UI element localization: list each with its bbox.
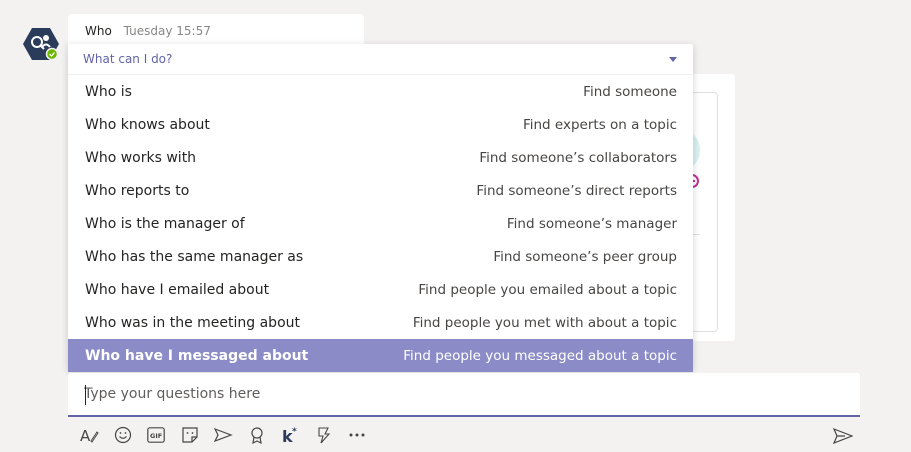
praise-icon[interactable] (246, 424, 268, 446)
people-card-border (692, 92, 718, 332)
sticker-icon[interactable] (179, 424, 201, 446)
dropdown-item-command: Who knows about (85, 116, 210, 133)
command-dropdown: What can I do? Who is Find someone Who kno… (68, 44, 693, 372)
dropdown-item-description: Find someone’s collaborators (479, 149, 677, 166)
dropdown-item-description: Find experts on a topic (522, 116, 677, 133)
dropdown-item-command: Who is the manager of (85, 215, 245, 232)
meet-icon[interactable] (212, 424, 234, 446)
gif-icon[interactable]: GIF (145, 424, 167, 446)
svg-text:*: * (292, 427, 297, 437)
dropdown-item-description: Find people you messaged about a topic (403, 347, 677, 364)
dropdown-item[interactable]: Who was in the meeting about Find people … (68, 306, 693, 339)
compose-box[interactable] (68, 373, 860, 417)
dropdown-item[interactable]: Who is Find someone (68, 75, 693, 108)
more-options-icon[interactable] (346, 424, 368, 446)
dropdown-item[interactable]: Who has the same manager as Find someone’… (68, 240, 693, 273)
dropdown-item-command: Who have I messaged about (85, 347, 309, 364)
dropdown-item-description: Find someone’s direct reports (476, 182, 677, 199)
kudos-icon[interactable]: k * (279, 424, 301, 446)
caret-down-icon[interactable] (669, 56, 677, 62)
dropdown-item[interactable]: Who is the manager of Find someone’s mana… (68, 207, 693, 240)
send-icon (833, 428, 853, 444)
card-divider (692, 234, 700, 235)
svg-text:A: A (80, 427, 91, 445)
message-header: Who Tuesday 15:57 (68, 14, 364, 47)
dropdown-item-description: Find someone’s peer group (493, 248, 677, 265)
dropdown-item[interactable]: Who reports to Find someone’s direct repo… (68, 174, 693, 207)
dropdown-item-description: Find people you emailed about a topic (418, 281, 677, 298)
dropdown-item[interactable]: Who knows about Find experts on a topic (68, 108, 693, 141)
dropdown-item-command: Who was in the meeting about (85, 314, 300, 331)
message-sender: Who (85, 24, 112, 38)
bot-avatar[interactable] (23, 27, 59, 61)
dropdown-item-description: Find people you met with about a topic (412, 314, 677, 331)
text-cursor (85, 385, 86, 405)
dropdown-title: What can I do? (83, 52, 173, 66)
compose-toolbar: A GIF k * (78, 424, 380, 446)
dropdown-header[interactable]: What can I do? (68, 44, 693, 75)
dropdown-item-description: Find someone (583, 83, 677, 100)
dropdown-item[interactable]: Who have I emailed about Find people you … (68, 273, 693, 306)
dropdown-item[interactable]: Who have I messaged about Find people you… (68, 339, 693, 372)
emoji-icon[interactable] (112, 424, 134, 446)
message-input[interactable] (68, 373, 860, 415)
send-button[interactable] (832, 425, 854, 447)
dropdown-item-command: Who is (85, 83, 132, 100)
stream-icon[interactable] (313, 424, 335, 446)
dropdown-item-command: Who have I emailed about (85, 281, 270, 298)
dropdown-item-command: Who works with (85, 149, 197, 166)
dropdown-item-command: Who reports to (85, 182, 190, 199)
dropdown-item-command: Who has the same manager as (85, 248, 304, 265)
format-icon[interactable]: A (78, 424, 100, 446)
dropdown-item[interactable]: Who works with Find someone’s collaborato… (68, 141, 693, 174)
message-timestamp: Tuesday 15:57 (123, 24, 211, 38)
svg-text:GIF: GIF (150, 432, 162, 440)
bot-people-icon (23, 28, 59, 61)
dropdown-item-description: Find someone’s manager (506, 215, 677, 232)
